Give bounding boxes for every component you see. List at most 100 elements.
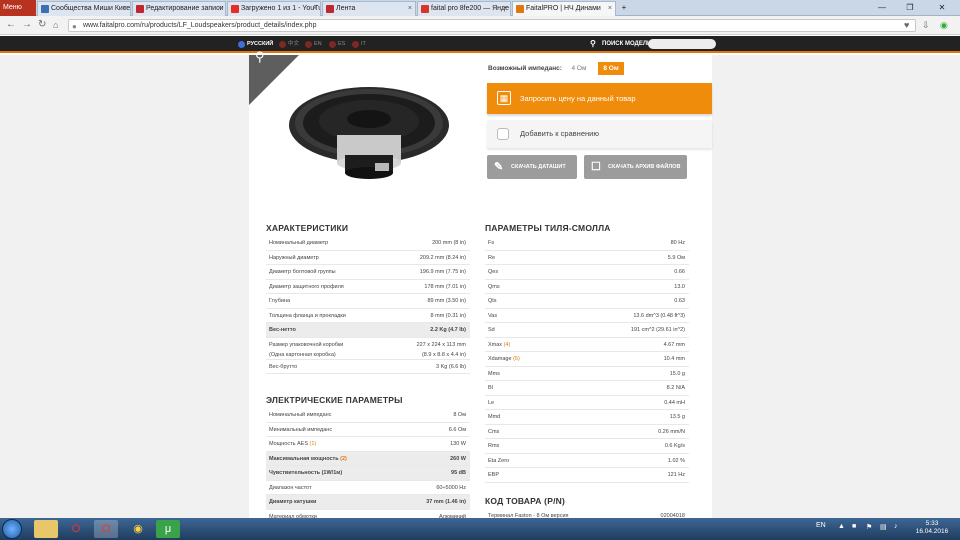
windows-taskbar: O O ◉ μ EN ▲ ■ ⚑ ▤ ♪ 5:33 16.04.2016	[0, 518, 960, 540]
row-value-text: 209.2 mm (8.24 in)	[419, 254, 466, 261]
language-label: 中文	[288, 41, 300, 47]
tab-close-icon[interactable]: ×	[503, 2, 507, 16]
tab-close-icon[interactable]: ×	[218, 2, 222, 16]
row-label-text: Диаметр защитного профиля	[269, 283, 344, 290]
utorrent-icon[interactable]: μ	[156, 520, 180, 538]
row-value: 4.67 mm	[664, 338, 685, 352]
calculator-icon: ▦	[497, 91, 511, 105]
reload-icon[interactable]: ↻	[38, 18, 46, 32]
table-row: Наружный диаметр 209.2 mm (8.24 in)	[266, 251, 470, 265]
table-row: Mmd 13.5 g	[485, 410, 689, 425]
tab-close-icon[interactable]: ×	[408, 2, 412, 16]
browser-tab[interactable]: faital pro 8fe200 — Янде ×	[417, 1, 511, 16]
language-flag-icon	[238, 41, 245, 48]
row-label: Mmd	[488, 410, 500, 424]
footnote-ref: (2)	[340, 455, 347, 462]
browser-tab[interactable]: FaitalPRO | НЧ Динами ×	[512, 1, 616, 16]
forward-icon[interactable]: →	[22, 18, 32, 32]
language-link[interactable]: РУССКИЙ	[238, 39, 273, 49]
table-row: Вес-брутто 3 Kg (6.6 lb)	[266, 360, 470, 374]
bookmark-heart-icon[interactable]: ♥	[904, 18, 909, 32]
row-label-text: EBP	[488, 472, 500, 478]
language-link[interactable]: IT	[352, 39, 366, 49]
language-flag-icon	[329, 41, 336, 48]
row-value-text: 191 cm^2 (29.61 in^2)	[630, 327, 685, 333]
browser-tab[interactable]: Загружено 1 из 1 - YouTu ×	[227, 1, 321, 16]
tab-close-icon[interactable]: ×	[123, 2, 127, 16]
tab-favicon-icon	[421, 5, 429, 13]
network-icon[interactable]: ▤	[880, 523, 887, 531]
browser-tab[interactable]: Редактирование записи ×	[132, 1, 226, 16]
row-label: EBP	[488, 468, 499, 482]
zoom-icon[interactable]: ⚲	[255, 49, 265, 65]
tab-favicon-icon	[516, 5, 524, 13]
chrome-icon[interactable]: ◉	[126, 520, 150, 538]
clock[interactable]: 5:33 16.04.2016	[912, 520, 952, 536]
download-datasheet-button[interactable]: ✎ СКАЧАТЬ ДАТАШИТ	[487, 155, 577, 179]
table-row: Eta Zero 1.02 %	[485, 454, 689, 468]
request-price-button[interactable]: ▦ Запросить цену на данный товар	[487, 83, 712, 114]
tab-title: faital pro 8fe200 — Янде	[431, 5, 509, 12]
row-label: Xdamage (5)	[488, 352, 520, 366]
clock-date: 16.04.2016	[915, 528, 949, 535]
row-value-text: 0.26 mm/N	[658, 428, 685, 435]
tray-flag-icon[interactable]: ⚑	[866, 523, 872, 531]
add-to-compare-button[interactable]: Добавить к сравнению	[487, 120, 712, 148]
tab-close-icon[interactable]: ×	[313, 2, 317, 16]
opera-active-taskbar-icon[interactable]: O	[94, 520, 118, 538]
download-archive-button[interactable]: ☐ СКАЧАТЬ АРХИВ ФАЙЛОВ	[584, 155, 687, 179]
minimize-button[interactable]: —	[868, 0, 896, 16]
table-row: Xmax (4) 4.67 mm	[485, 338, 689, 352]
site-info-icon[interactable]: ●	[72, 21, 77, 33]
extension-icon[interactable]: ◉	[940, 18, 948, 32]
row-label: Диапазон частот	[269, 481, 312, 495]
table-row: Номинальный диаметр 200 mm (8 in)	[266, 236, 470, 251]
start-button[interactable]	[2, 519, 22, 539]
address-input[interactable]: ● www.faitalpro.com/ru/products/LF_Louds…	[68, 19, 916, 32]
row-label-text: Rms	[488, 443, 500, 449]
browser-tab[interactable]: Лента ×	[322, 1, 416, 16]
download-icon[interactable]: ⇩	[922, 18, 930, 32]
explorer-icon[interactable]	[34, 520, 58, 538]
browser-tab[interactable]: Сообщества Миши Кисе ×	[37, 1, 131, 16]
table-row: Мощность AES (1) 130 W	[266, 437, 470, 452]
thiele-small-title: ПАРАМЕТРЫ ТИЛЯ-СМОЛЛА	[485, 223, 611, 233]
tray-arrow-icon[interactable]: ▲	[838, 523, 845, 530]
new-tab-button[interactable]: +	[618, 0, 630, 16]
row-label-text: Толщина фланца и прокладки	[269, 312, 346, 319]
impedance-option-4[interactable]: 4 Ом	[568, 62, 590, 75]
row-label: Вес-брутто	[269, 360, 297, 374]
input-language[interactable]: EN	[816, 522, 826, 529]
tab-close-icon[interactable]: ×	[608, 2, 612, 16]
row-label-text: Qes	[488, 269, 499, 275]
maximize-button[interactable]: ❐	[896, 0, 924, 16]
close-window-button[interactable]: ✕	[924, 0, 960, 16]
volume-icon[interactable]: ♪	[894, 523, 898, 530]
tray-app-icon[interactable]: ■	[852, 523, 856, 530]
back-icon[interactable]: ←	[6, 18, 16, 32]
compare-checkbox[interactable]	[497, 128, 509, 140]
table-row: Qes 0.66	[485, 265, 689, 280]
home-icon[interactable]: ⌂	[53, 18, 58, 32]
language-link[interactable]: 中文	[279, 39, 299, 49]
row-label-text: Номинальный диаметр	[269, 240, 329, 246]
table-row: Минимальный импеданс 6.6 Ом	[266, 423, 470, 437]
opera-taskbar-icon[interactable]: O	[64, 520, 88, 538]
tab-favicon-icon	[136, 5, 144, 13]
language-label: РУССКИЙ	[247, 41, 274, 47]
language-link[interactable]: EN	[305, 39, 322, 49]
language-label: EN	[314, 41, 322, 47]
row-label: Eta Zero	[488, 454, 509, 468]
address-bar-row: ← → ↻ ⌂ ● www.faitalpro.com/ru/products/…	[0, 16, 960, 35]
table-row: Sd 191 cm^2 (29.61 in^2)	[485, 323, 689, 338]
language-link[interactable]: ES	[329, 39, 345, 49]
row-value-text: 0.6 Kg/s	[664, 443, 685, 449]
impedance-option-8[interactable]: 8 Ом	[598, 62, 624, 75]
tab-title: Лента	[336, 5, 356, 12]
row-value-text: 4.67 mm	[663, 341, 685, 348]
tab-title: Редактирование записи	[146, 5, 224, 12]
row-label: Максимальная мощность (2)	[269, 452, 347, 466]
opera-menu-button[interactable]: Меню	[0, 0, 36, 16]
product-content: ⚲ Возможный импеданс: 4 Ом 8 Ом ▦ Запрос…	[249, 49, 712, 524]
model-search-input[interactable]	[648, 39, 716, 49]
